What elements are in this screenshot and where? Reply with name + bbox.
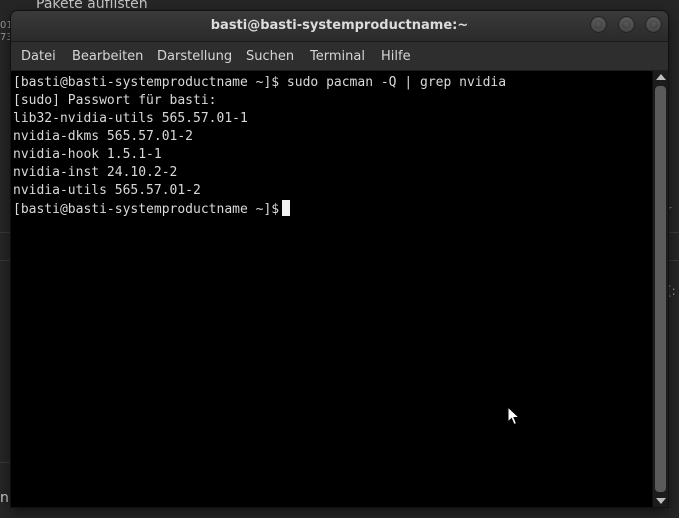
menu-terminal[interactable]: Terminal (310, 49, 365, 64)
menu-darstellung[interactable]: Darstellung (157, 49, 232, 64)
terminal-line: nvidia-hook 1.5.1-1 (13, 147, 162, 162)
terminal-line: lib32-nvidia-utils 565.57.01-1 (13, 111, 248, 126)
menu-datei[interactable]: Datei (21, 49, 56, 64)
background-divider (0, 232, 11, 233)
terminal-line: [sudo] Passwort für basti: (13, 93, 217, 108)
close-button[interactable] (645, 16, 662, 33)
terminal-prompt: [basti@basti-systemproductname ~]$ (13, 202, 280, 217)
menubar: Datei Bearbeiten Darstellung Suchen Term… (11, 42, 668, 71)
scroll-down-arrow-icon[interactable] (656, 498, 666, 504)
scrollbar-thumb[interactable] (655, 86, 666, 492)
text-cursor (282, 200, 291, 216)
terminal-line: nvidia-utils 565.57.01-2 (13, 183, 201, 198)
terminal-prompt-line: [basti@basti-systemproductname ~]$ (13, 200, 291, 218)
background-divider (0, 462, 11, 463)
scroll-up-arrow-icon[interactable] (656, 74, 666, 80)
background-bottom-fragment: n (0, 490, 9, 506)
window-title: basti@basti-systemproductname:~ (210, 18, 469, 33)
background-divider (0, 260, 11, 261)
menu-hilfe[interactable]: Hilfe (381, 49, 411, 64)
background-right-fragment-2: [: (667, 284, 676, 298)
background-divider (668, 260, 679, 261)
terminal-output[interactable]: [basti@basti-systemproductname ~]$ sudo … (11, 71, 652, 507)
mouse-pointer-icon (507, 406, 521, 426)
window-titlebar[interactable]: basti@basti-systemproductname:~ (11, 11, 668, 42)
vertical-scrollbar[interactable] (652, 71, 668, 507)
terminal-window: basti@basti-systemproductname:~ Datei Be… (11, 11, 668, 507)
background-divider (668, 232, 679, 233)
terminal-line: nvidia-dkms 565.57.01-2 (13, 129, 194, 144)
terminal-line: [basti@basti-systemproductname ~]$ sudo … (13, 75, 507, 90)
minimize-button[interactable] (590, 16, 607, 33)
menu-suchen[interactable]: Suchen (246, 49, 294, 64)
terminal-line: nvidia-inst 24.10.2-2 (13, 165, 178, 180)
menu-bearbeiten[interactable]: Bearbeiten (72, 49, 143, 64)
background-left-fragment: 01 73 (0, 20, 11, 43)
maximize-button[interactable] (618, 16, 635, 33)
